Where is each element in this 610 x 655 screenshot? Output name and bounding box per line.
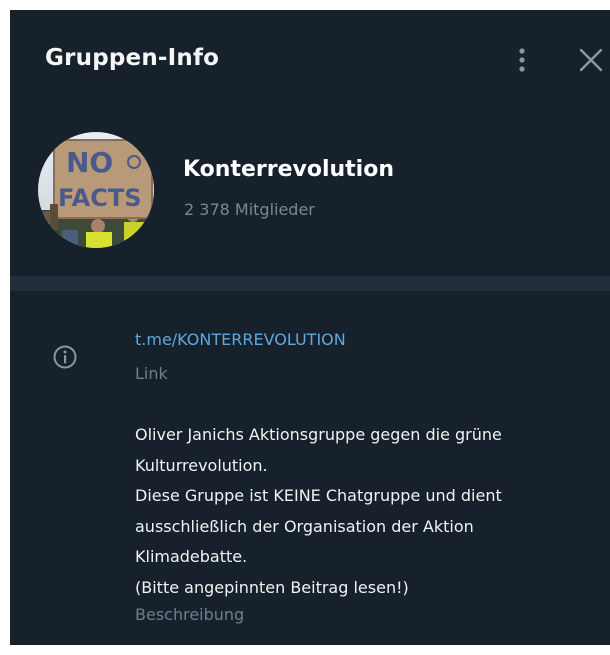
group-link[interactable]: t.me/KONTERREVOLUTION xyxy=(135,330,346,349)
group-description: Oliver Janichs Aktionsgruppe gegen die g… xyxy=(135,420,595,603)
description-line: Diese Gruppe ist KEINE Chatgruppe und di… xyxy=(135,486,502,505)
description-line: ausschließlich der Organisation der Akti… xyxy=(135,516,474,536)
close-icon[interactable] xyxy=(578,47,604,73)
description-caption: Beschreibung xyxy=(135,605,245,624)
avatar-sign-text-facts: FACTS xyxy=(58,184,141,212)
group-name: Konterrevolution xyxy=(183,157,394,182)
link-caption: Link xyxy=(135,364,168,383)
description-line: Kulturrevolution. xyxy=(135,455,268,475)
group-avatar[interactable]: NO FACTS xyxy=(38,132,154,248)
description-line: Oliver Janichs Aktionsgruppe gegen die g… xyxy=(135,425,502,444)
info-icon xyxy=(52,344,78,370)
description-line: Klimadebatte. xyxy=(135,547,248,566)
description-line: (Bitte angepinnten Beitrag lesen!) xyxy=(135,577,409,597)
section-divider xyxy=(10,276,610,291)
avatar-sign-text-no: NO xyxy=(66,146,113,179)
more-vertical-icon[interactable] xyxy=(510,46,534,74)
panel-header: Gruppen-Info xyxy=(10,10,610,110)
member-count: 2 378 Mitglieder xyxy=(184,200,315,219)
group-info-panel: Gruppen-Info NO FACTS Konterrevolution 2… xyxy=(10,10,610,645)
panel-title: Gruppen-Info xyxy=(45,45,220,71)
